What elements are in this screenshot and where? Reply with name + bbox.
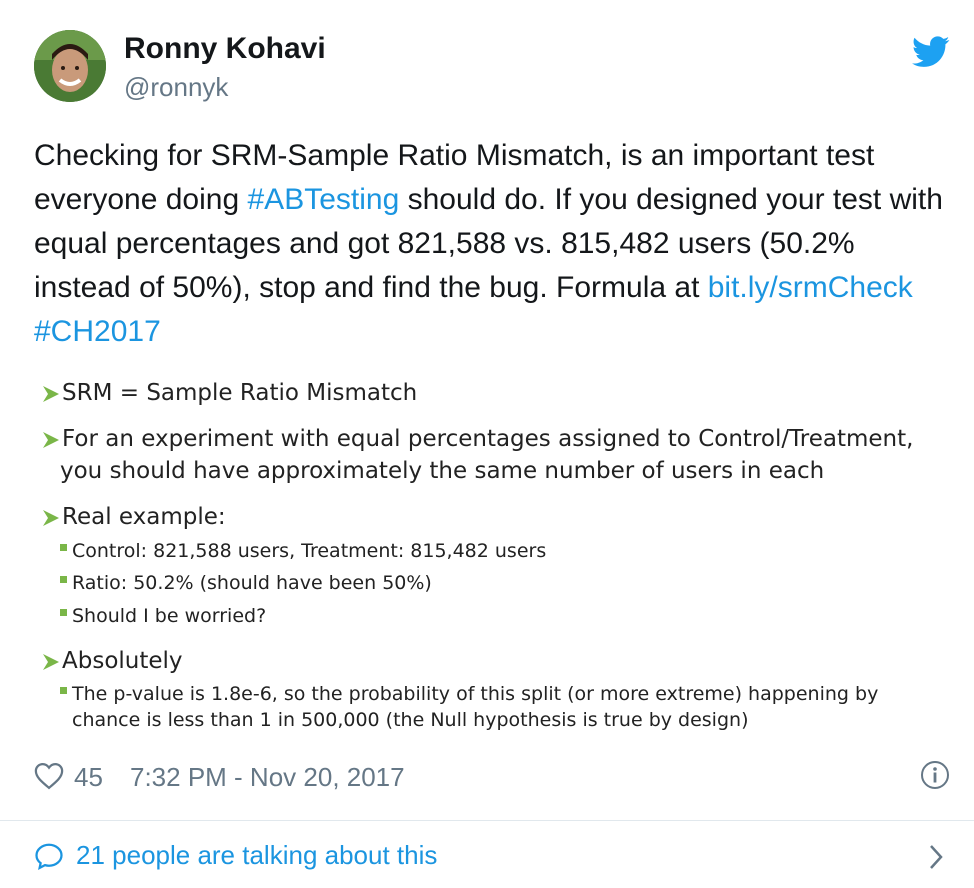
- hashtag-ch2017[interactable]: #CH2017: [34, 315, 161, 348]
- arrow-bullet-icon: [43, 385, 59, 402]
- avatar-photo: [34, 30, 106, 102]
- speech-bubble-icon: [35, 843, 63, 870]
- bitly-link[interactable]: bit.ly/srmCheck: [708, 271, 913, 304]
- timestamp[interactable]: 7:32 PM - Nov 20, 2017: [130, 762, 405, 793]
- like-count[interactable]: 45: [74, 762, 103, 793]
- slide-subbullet-text: The p-value is 1.8e-6, so the probabilit…: [72, 683, 879, 705]
- talking-count-text[interactable]: 21 people are talking about this: [76, 840, 437, 871]
- slide-subbullet: Ratio: 50.2% (should have been 50%): [60, 570, 432, 596]
- slide-subbullet: Control: 821,588 users, Treatment: 815,4…: [60, 538, 546, 564]
- conversation-link[interactable]: 21 people are talking about this: [34, 838, 950, 878]
- slide-subbullet-cont: chance is less than 1 in 500,000 (the Nu…: [72, 709, 749, 731]
- slide-bullet-cont: you should have approximately the same n…: [60, 458, 825, 484]
- arrow-bullet-icon: [43, 509, 59, 526]
- square-bullet-icon: [60, 576, 67, 583]
- slide-subbullet: Should I be worried?: [60, 603, 266, 629]
- user-handle[interactable]: @ronnyk: [124, 72, 228, 103]
- tweet-meta: 45 7:32 PM - Nov 20, 2017: [34, 760, 950, 794]
- slide-subbullet: The p-value is 1.8e-6, so the probabilit…: [60, 681, 878, 707]
- slide-bullet: SRM = Sample Ratio Mismatch: [40, 378, 417, 409]
- hashtag-abtesting[interactable]: #ABTesting: [248, 183, 400, 216]
- slide-bullet-text: Absolutely: [62, 648, 183, 674]
- slide-subbullet-text: Should I be worried?: [72, 605, 267, 627]
- slide-subbullet-text: Control: 821,588 users, Treatment: 815,4…: [72, 540, 547, 562]
- avatar[interactable]: [34, 30, 106, 102]
- slide-bullet: For an experiment with equal percentages…: [40, 424, 913, 455]
- twitter-bird-icon[interactable]: [912, 36, 950, 68]
- arrow-bullet-icon: [43, 653, 59, 670]
- chevron-right-icon[interactable]: [926, 842, 946, 872]
- slide-bullet-text: For an experiment with equal percentages…: [62, 426, 914, 452]
- slide-bullet: Absolutely: [40, 646, 183, 677]
- square-bullet-icon: [60, 687, 67, 694]
- heart-icon[interactable]: [34, 762, 64, 790]
- square-bullet-icon: [60, 544, 67, 551]
- info-icon[interactable]: [920, 760, 950, 790]
- tweet-header: Ronny Kohavi @ronnyk: [34, 30, 950, 106]
- slide-bullet-text: SRM = Sample Ratio Mismatch: [62, 380, 418, 406]
- slide-subbullet-text: Ratio: 50.2% (should have been 50%): [72, 572, 432, 594]
- slide-bullet: Real example:: [40, 502, 226, 533]
- slide-bullet-text: Real example:: [62, 504, 226, 530]
- arrow-bullet-icon: [43, 431, 59, 448]
- divider: [0, 820, 974, 821]
- attached-slide-image[interactable]: SRM = Sample Ratio Mismatch For an exper…: [34, 372, 950, 742]
- tweet-text: Checking for SRM-Sample Ratio Mismatch, …: [34, 134, 954, 354]
- user-name[interactable]: Ronny Kohavi: [124, 32, 326, 66]
- square-bullet-icon: [60, 609, 67, 616]
